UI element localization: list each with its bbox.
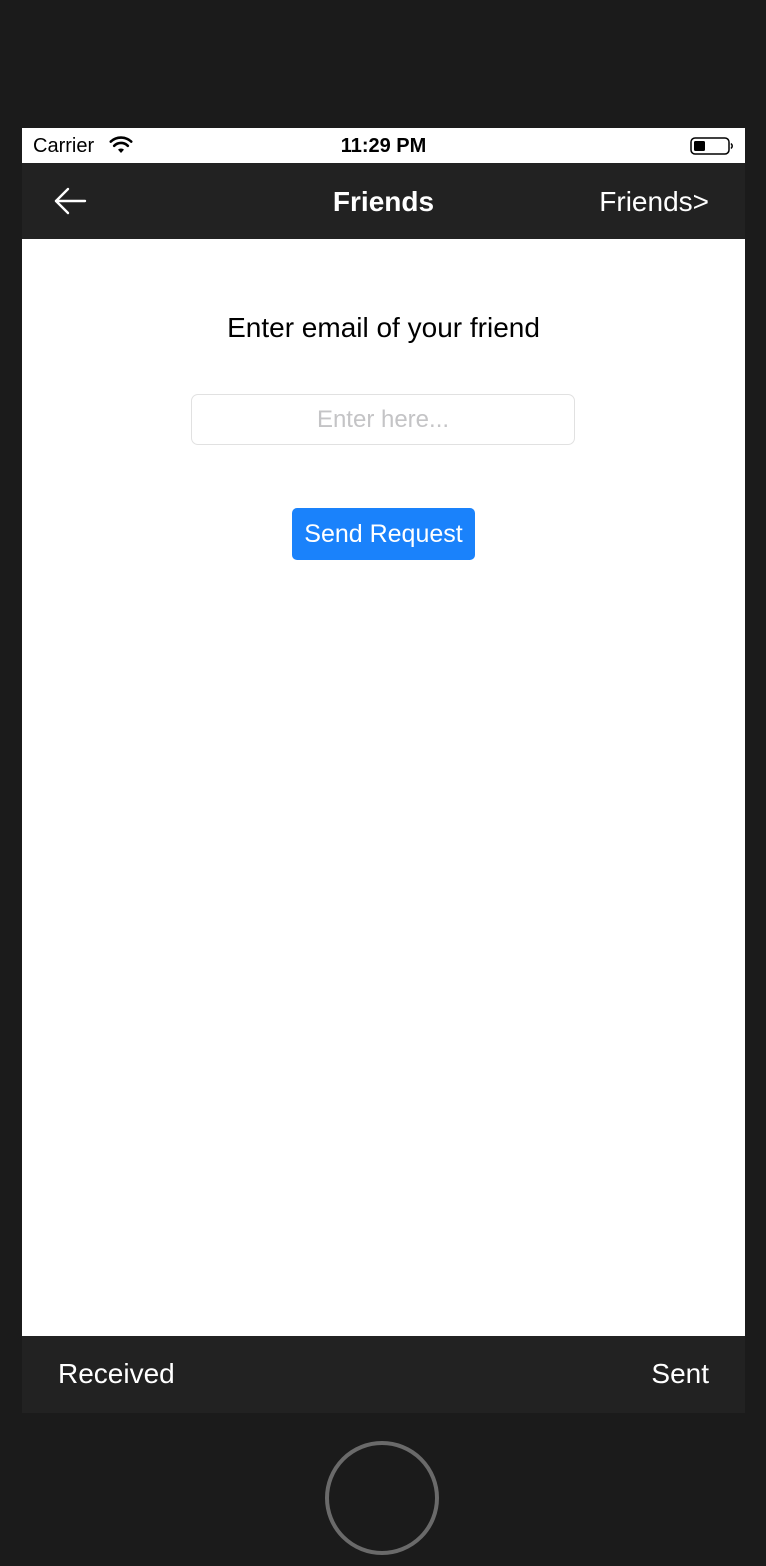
bottom-tab-bar: Received Sent xyxy=(22,1336,745,1413)
device-frame: Carrier 11:29 PM Friends Friends> Enter … xyxy=(0,0,766,1566)
app-screen: Carrier 11:29 PM Friends Friends> Enter … xyxy=(22,128,745,1413)
tab-received[interactable]: Received xyxy=(58,1357,175,1391)
status-bar: Carrier 11:29 PM xyxy=(22,128,745,163)
navigation-bar: Friends Friends> xyxy=(22,163,745,239)
home-button[interactable] xyxy=(325,1441,439,1555)
friends-link[interactable]: Friends> xyxy=(599,185,709,219)
tab-sent[interactable]: Sent xyxy=(651,1357,709,1391)
battery-icon xyxy=(690,137,733,155)
email-input[interactable] xyxy=(191,394,575,445)
send-request-button[interactable]: Send Request xyxy=(292,508,475,560)
status-time: 11:29 PM xyxy=(340,135,427,157)
add-friend-form: Enter email of your friend Send Request xyxy=(22,239,745,1336)
email-prompt: Enter email of your friend xyxy=(227,312,540,343)
